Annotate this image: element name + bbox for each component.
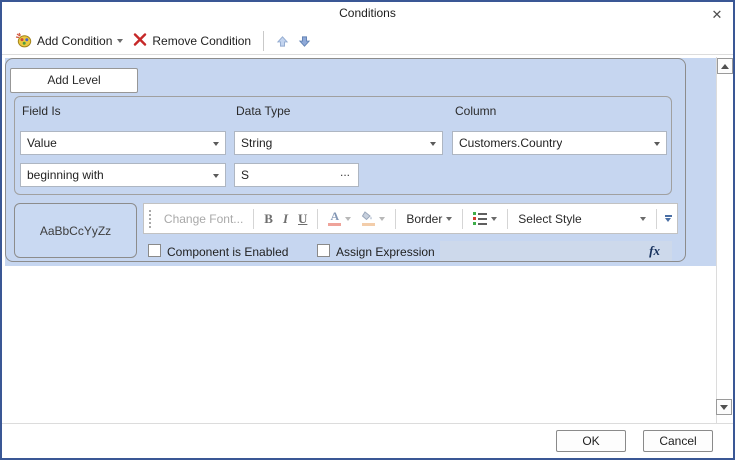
italic-button[interactable]: I bbox=[278, 209, 293, 229]
field-is-label: Field Is bbox=[22, 104, 61, 118]
data-type-combo-value: String bbox=[241, 136, 272, 150]
value-input-wrapper: ... bbox=[234, 163, 359, 187]
format-separator bbox=[253, 209, 254, 229]
scroll-up-button[interactable] bbox=[717, 58, 733, 74]
data-type-label: Data Type bbox=[236, 104, 290, 118]
font-color-button[interactable]: A bbox=[323, 209, 356, 228]
fx-icon[interactable]: fx bbox=[649, 243, 660, 259]
select-style-value: Select Style bbox=[518, 212, 581, 226]
add-condition-button[interactable]: Add Condition bbox=[10, 30, 128, 53]
scroll-up-icon bbox=[721, 64, 729, 69]
format-separator bbox=[462, 209, 463, 229]
arrow-up-icon bbox=[276, 35, 289, 48]
fill-color-button[interactable] bbox=[356, 209, 390, 228]
border-dropdown-icon bbox=[446, 217, 452, 221]
cancel-button[interactable]: Cancel bbox=[643, 430, 713, 452]
format-separator bbox=[507, 209, 508, 229]
style-preview: AaBbCcYyZz bbox=[14, 203, 137, 258]
format-separator bbox=[395, 209, 396, 229]
add-condition-dropdown-icon[interactable] bbox=[117, 39, 123, 43]
column-combo[interactable]: Customers.Country bbox=[452, 131, 667, 155]
border-label: Border bbox=[406, 212, 442, 226]
move-up-button[interactable] bbox=[271, 31, 293, 51]
column-label: Column bbox=[455, 104, 496, 118]
dialog-title: Conditions bbox=[0, 6, 735, 20]
footer-divider bbox=[2, 423, 733, 424]
font-color-icon: A bbox=[328, 211, 341, 226]
font-color-dropdown-icon[interactable] bbox=[345, 217, 351, 221]
bold-icon: B bbox=[264, 211, 273, 227]
assign-expression-checkbox[interactable] bbox=[317, 244, 330, 257]
expression-field[interactable]: fx bbox=[440, 241, 672, 261]
format-separator bbox=[656, 209, 657, 229]
assign-expression-label: Assign Expression bbox=[336, 245, 435, 259]
operation-combo-value: beginning with bbox=[27, 168, 104, 182]
move-down-button[interactable] bbox=[293, 31, 315, 51]
overflow-icon bbox=[665, 215, 672, 217]
remove-condition-label: Remove Condition bbox=[152, 34, 251, 48]
toolbar-overflow-button[interactable] bbox=[662, 215, 674, 222]
data-type-combo[interactable]: String bbox=[234, 131, 443, 155]
italic-icon: I bbox=[283, 211, 288, 227]
ok-button[interactable]: OK bbox=[556, 430, 626, 452]
remove-condition-x-icon bbox=[133, 33, 147, 49]
underline-button[interactable]: U bbox=[293, 209, 312, 229]
paint-bucket-icon bbox=[361, 211, 375, 226]
remove-condition-button[interactable]: Remove Condition bbox=[128, 31, 256, 51]
add-condition-icon bbox=[15, 32, 32, 51]
vertical-scrollbar[interactable] bbox=[716, 57, 733, 423]
change-font-button[interactable]: Change Font... bbox=[159, 210, 248, 228]
add-level-button[interactable]: Add Level bbox=[10, 68, 138, 93]
toolbar-divider bbox=[2, 54, 733, 55]
format-separator bbox=[317, 209, 318, 229]
change-font-label: Change Font... bbox=[164, 212, 243, 226]
bold-button[interactable]: B bbox=[259, 209, 278, 229]
format-toolbar: Change Font... B I U A Border bbox=[143, 203, 678, 234]
select-style-combo[interactable]: Select Style bbox=[513, 210, 651, 228]
component-enabled-label: Component is Enabled bbox=[167, 245, 288, 259]
chevron-down-icon bbox=[213, 174, 219, 178]
value-input[interactable] bbox=[235, 168, 332, 182]
conditions-toolbar: Add Condition Remove Condition bbox=[10, 28, 315, 54]
style-list-dropdown-icon bbox=[491, 217, 497, 221]
list-style-icon bbox=[473, 212, 487, 225]
component-enabled-checkbox[interactable] bbox=[148, 244, 161, 257]
close-icon[interactable]: ✕ bbox=[706, 6, 728, 24]
add-condition-label: Add Condition bbox=[37, 34, 112, 48]
field-is-combo[interactable]: Value bbox=[20, 131, 226, 155]
field-is-combo-value: Value bbox=[27, 136, 57, 150]
chevron-down-icon bbox=[654, 142, 660, 146]
chevron-down-icon bbox=[430, 142, 436, 146]
select-style-dropdown-icon bbox=[640, 217, 646, 221]
toolbar-grip-handle[interactable] bbox=[149, 210, 154, 228]
underline-icon: U bbox=[298, 211, 307, 227]
column-combo-value: Customers.Country bbox=[459, 136, 562, 150]
browse-ellipsis-button[interactable]: ... bbox=[332, 164, 358, 186]
chevron-down-icon bbox=[213, 142, 219, 146]
style-list-button[interactable] bbox=[468, 210, 502, 227]
operation-combo[interactable]: beginning with bbox=[20, 163, 226, 187]
toolbar-separator bbox=[263, 31, 264, 51]
scroll-down-button[interactable] bbox=[716, 399, 732, 415]
arrow-down-icon bbox=[298, 35, 311, 48]
fill-color-dropdown-icon[interactable] bbox=[379, 217, 385, 221]
scroll-down-icon bbox=[720, 405, 728, 410]
border-button[interactable]: Border bbox=[401, 210, 457, 228]
